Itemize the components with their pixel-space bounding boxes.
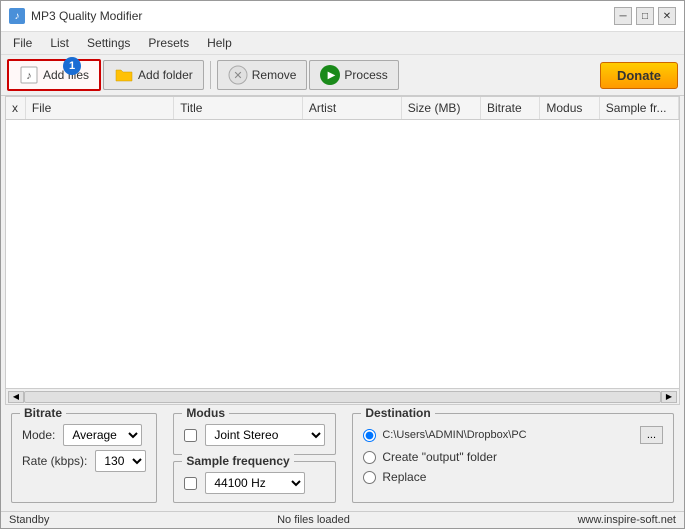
process-label: Process (344, 68, 387, 82)
modus-checkbox[interactable] (184, 429, 197, 442)
modus-section: Modus Stereo Joint Stereo Mono Dual Chan… (173, 413, 336, 455)
rate-label: Rate (kbps): (22, 454, 87, 468)
bitrate-section-label: Bitrate (20, 406, 66, 420)
title-bar: ♪ MP3 Quality Modifier ─ □ ✕ (1, 1, 684, 32)
scrollbar-track[interactable] (24, 391, 661, 403)
process-play-icon (320, 65, 340, 85)
menu-file[interactable]: File (5, 34, 40, 52)
destination-output-row: Create "output" folder (363, 450, 663, 464)
destination-replace-radio[interactable] (363, 471, 376, 484)
horizontal-scrollbar[interactable]: ◀ ▶ (6, 388, 679, 404)
replace-label: Replace (382, 470, 426, 484)
folder-icon (114, 65, 134, 85)
menu-help[interactable]: Help (199, 34, 240, 52)
minimize-button[interactable]: ─ (614, 7, 632, 25)
remove-button[interactable]: ✕ Remove (217, 60, 308, 90)
close-button[interactable]: ✕ (658, 7, 676, 25)
destination-section: Destination C:\Users\ADMIN\Dropbox\PC ..… (352, 413, 674, 503)
maximize-button[interactable]: □ (636, 7, 654, 25)
col-modus: Modus (540, 97, 599, 119)
add-files-button[interactable]: ♪ Add files (7, 59, 101, 91)
title-controls: ─ □ ✕ (614, 7, 676, 25)
toolbar: 1 ♪ Add files Add folder (1, 55, 684, 96)
rate-select[interactable]: 64 96 128 130 160 192 256 320 (95, 450, 146, 472)
modus-row: Stereo Joint Stereo Mono Dual Channel (184, 424, 325, 446)
destination-replace-row: Replace (363, 470, 663, 484)
title-left: ♪ MP3 Quality Modifier (9, 8, 142, 24)
file-table: x File Title Artist Size (MB) Bitrate Mo… (5, 96, 680, 405)
svg-text:♪: ♪ (26, 70, 32, 82)
svg-text:✕: ✕ (233, 70, 242, 82)
destination-path-radio[interactable] (363, 429, 376, 442)
col-size: Size (MB) (402, 97, 481, 119)
status-bar: Standby No files loaded www.inspire-soft… (1, 511, 684, 528)
badge: 1 (63, 57, 81, 75)
bottom-panel: Bitrate Mode: Average Constant Variable … (1, 405, 684, 511)
process-button[interactable]: Process (309, 60, 398, 90)
destination-path-text: C:\Users\ADMIN\Dropbox\PC (382, 429, 633, 441)
col-bitrate: Bitrate (481, 97, 540, 119)
remove-label: Remove (252, 68, 297, 82)
col-sample: Sample fr... (600, 97, 679, 119)
menu-list[interactable]: List (42, 34, 77, 52)
status-right: www.inspire-soft.net (578, 514, 676, 526)
create-output-label: Create "output" folder (382, 450, 497, 464)
bitrate-section: Bitrate Mode: Average Constant Variable … (11, 413, 157, 503)
scroll-right-arrow[interactable]: ▶ (661, 391, 677, 403)
sample-checkbox[interactable] (184, 477, 197, 490)
menu-bar: File List Settings Presets Help (1, 32, 684, 55)
main-window: ♪ MP3 Quality Modifier ─ □ ✕ File List S… (0, 0, 685, 529)
table-header: x File Title Artist Size (MB) Bitrate Mo… (6, 97, 679, 120)
sample-frequency-label: Sample frequency (182, 454, 293, 468)
sample-frequency-section: Sample frequency 22050 Hz 44100 Hz 48000… (173, 461, 336, 503)
donate-button[interactable]: Donate (600, 62, 678, 89)
status-left: Standby (9, 514, 49, 526)
add-folder-label: Add folder (138, 68, 193, 82)
destination-path-row: C:\Users\ADMIN\Dropbox\PC ... (363, 426, 663, 444)
window-title: MP3 Quality Modifier (31, 9, 142, 23)
destination-output-radio[interactable] (363, 451, 376, 464)
scroll-left-arrow[interactable]: ◀ (8, 391, 24, 403)
mode-label: Mode: (22, 428, 55, 442)
app-icon: ♪ (9, 8, 25, 24)
modus-section-label: Modus (182, 406, 229, 420)
mode-select[interactable]: Average Constant Variable (63, 424, 142, 446)
bitrate-rate-row: Rate (kbps): 64 96 128 130 160 192 256 3… (22, 450, 146, 472)
bitrate-mode-row: Mode: Average Constant Variable (22, 424, 146, 446)
browse-button[interactable]: ... (640, 426, 663, 444)
menu-settings[interactable]: Settings (79, 34, 138, 52)
sample-select[interactable]: 22050 Hz 44100 Hz 48000 Hz (205, 472, 305, 494)
col-title: Title (174, 97, 303, 119)
col-file: File (26, 97, 174, 119)
remove-icon: ✕ (228, 65, 248, 85)
add-folder-button[interactable]: Add folder (103, 60, 204, 90)
menu-presets[interactable]: Presets (140, 34, 197, 52)
col-artist: Artist (303, 97, 402, 119)
toolbar-separator (210, 61, 211, 89)
col-x: x (6, 97, 26, 119)
table-body[interactable] (6, 120, 679, 388)
music-note-icon: ♪ (19, 65, 39, 85)
sample-row: 22050 Hz 44100 Hz 48000 Hz (184, 472, 325, 494)
destination-section-label: Destination (361, 406, 434, 420)
status-center: No files loaded (277, 514, 350, 526)
modus-select[interactable]: Stereo Joint Stereo Mono Dual Channel (205, 424, 325, 446)
